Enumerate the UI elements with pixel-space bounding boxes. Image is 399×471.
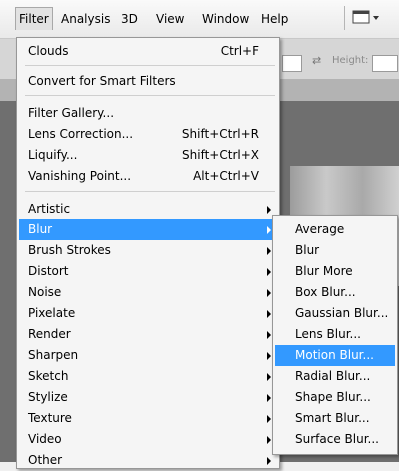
menu-item-label: Render xyxy=(28,327,71,341)
menu-item-label: Sketch xyxy=(28,369,69,383)
submenu-item-label: Surface Blur... xyxy=(295,432,379,446)
menu-item-label: Distort xyxy=(28,264,69,278)
menu-item-sketch[interactable]: Sketch xyxy=(19,366,277,387)
menu-item-label: Brush Strokes xyxy=(28,243,111,257)
menu-bar: Filter Analysis 3D View Window Help xyxy=(0,0,399,39)
menu-item-liquify[interactable]: Liquify... Shift+Ctrl+X xyxy=(19,145,277,166)
menu-item-label: Filter Gallery... xyxy=(28,106,115,120)
submenu-item-gaussian-blur[interactable]: Gaussian Blur... xyxy=(275,303,395,324)
submenu-item-blur[interactable]: Blur xyxy=(275,240,395,261)
submenu-arrow-icon xyxy=(267,206,271,214)
submenu-item-label: Box Blur... xyxy=(295,285,356,299)
submenu-item-label: Blur More xyxy=(295,264,353,278)
menu-item-video[interactable]: Video xyxy=(19,429,277,450)
submenu-arrow-icon xyxy=(267,226,271,234)
menu-view[interactable]: View xyxy=(153,8,187,30)
submenu-item-box-blur[interactable]: Box Blur... xyxy=(275,282,395,303)
submenu-arrow-icon xyxy=(267,436,271,444)
menu-separator xyxy=(25,95,275,96)
menu-item-label: Clouds xyxy=(28,44,69,58)
menu-item-blur[interactable]: Blur xyxy=(19,219,277,240)
submenu-item-label: Radial Blur... xyxy=(295,369,371,383)
menu-item-filter-gallery[interactable]: Filter Gallery... xyxy=(19,103,277,124)
menu-item-texture[interactable]: Texture xyxy=(19,408,277,429)
submenu-arrow-icon xyxy=(267,457,271,465)
menu-3d[interactable]: 3D xyxy=(118,8,141,30)
height-field[interactable] xyxy=(372,55,398,72)
menubar-separator xyxy=(344,6,345,30)
height-label: Height: xyxy=(332,55,369,66)
menu-item-distort[interactable]: Distort xyxy=(19,261,277,282)
menu-item-label: Vanishing Point... xyxy=(28,169,132,183)
menu-item-shortcut: Shift+Ctrl+X xyxy=(182,148,259,162)
menu-item-noise[interactable]: Noise xyxy=(19,282,277,303)
menu-item-label: Blur xyxy=(28,222,53,236)
menu-help[interactable]: Help xyxy=(258,8,291,30)
menu-item-convert-smart-filters[interactable]: Convert for Smart Filters xyxy=(19,71,277,92)
submenu-item-label: Shape Blur... xyxy=(295,390,371,404)
menu-separator xyxy=(25,65,275,66)
submenu-item-blur-more[interactable]: Blur More xyxy=(275,261,395,282)
menu-item-vanishing-point[interactable]: Vanishing Point... Alt+Ctrl+V xyxy=(19,166,277,187)
menu-item-label: Lens Correction... xyxy=(28,127,134,141)
submenu-item-motion-blur[interactable]: Motion Blur... xyxy=(275,345,395,366)
submenu-arrow-icon xyxy=(267,373,271,381)
submenu-item-label: Motion Blur... xyxy=(295,348,374,362)
submenu-item-radial-blur[interactable]: Radial Blur... xyxy=(275,366,395,387)
menu-item-lens-correction[interactable]: Lens Correction... Shift+Ctrl+R xyxy=(19,124,277,145)
submenu-item-label: Average xyxy=(295,222,345,236)
submenu-arrow-icon xyxy=(267,268,271,276)
submenu-arrow-icon xyxy=(267,394,271,402)
submenu-arrow-icon xyxy=(267,310,271,318)
blur-submenu: Average Blur Blur More Box Blur... Gauss… xyxy=(272,215,398,455)
menu-item-label: Sharpen xyxy=(28,348,79,362)
menu-item-render[interactable]: Render xyxy=(19,324,277,345)
menu-item-label: Other xyxy=(28,453,63,467)
submenu-arrow-icon xyxy=(267,415,271,423)
menu-item-artistic[interactable]: Artistic xyxy=(19,199,277,220)
menu-window[interactable]: Window xyxy=(199,8,252,30)
submenu-arrow-icon xyxy=(267,247,271,255)
submenu-item-shape-blur[interactable]: Shape Blur... xyxy=(275,387,395,408)
menu-item-label: Video xyxy=(28,432,62,446)
submenu-item-surface-blur[interactable]: Surface Blur... xyxy=(275,429,395,450)
submenu-item-average[interactable]: Average xyxy=(275,219,395,240)
menu-item-label: Artistic xyxy=(28,202,71,216)
menu-item-brush-strokes[interactable]: Brush Strokes xyxy=(19,240,277,261)
submenu-item-label: Smart Blur... xyxy=(295,411,370,425)
width-field[interactable] xyxy=(282,55,302,72)
menu-item-sharpen[interactable]: Sharpen xyxy=(19,345,277,366)
menu-item-shortcut: Shift+Ctrl+R xyxy=(181,127,259,141)
menu-item-clouds[interactable]: Clouds Ctrl+F xyxy=(19,41,277,62)
menu-separator xyxy=(25,191,275,192)
submenu-item-lens-blur[interactable]: Lens Blur... xyxy=(275,324,395,345)
menu-analysis[interactable]: Analysis xyxy=(58,8,113,30)
menu-item-label: Texture xyxy=(28,411,72,425)
submenu-item-smart-blur[interactable]: Smart Blur... xyxy=(275,408,395,429)
swap-icon[interactable]: ⇄ xyxy=(312,54,321,67)
submenu-arrow-icon xyxy=(267,331,271,339)
menu-item-shortcut: Alt+Ctrl+V xyxy=(193,169,259,183)
menu-item-pixelate[interactable]: Pixelate xyxy=(19,303,277,324)
menu-item-label: Pixelate xyxy=(28,306,76,320)
submenu-item-label: Blur xyxy=(295,243,320,257)
menu-item-label: Stylize xyxy=(28,390,68,404)
workspace-screen-icon[interactable] xyxy=(352,10,379,26)
submenu-arrow-icon xyxy=(267,352,271,360)
menu-filter[interactable]: Filter xyxy=(15,7,53,30)
menu-item-label: Convert for Smart Filters xyxy=(28,74,176,88)
filter-menu: Clouds Ctrl+F Convert for Smart Filters F… xyxy=(16,37,280,469)
menu-item-stylize[interactable]: Stylize xyxy=(19,387,277,408)
submenu-item-label: Lens Blur... xyxy=(295,327,361,341)
submenu-arrow-icon xyxy=(267,289,271,297)
menu-item-label: Noise xyxy=(28,285,62,299)
menu-item-label: Liquify... xyxy=(28,148,78,162)
submenu-item-label: Gaussian Blur... xyxy=(295,306,389,320)
menu-item-shortcut: Ctrl+F xyxy=(220,44,259,58)
menu-item-other[interactable]: Other xyxy=(19,450,277,471)
